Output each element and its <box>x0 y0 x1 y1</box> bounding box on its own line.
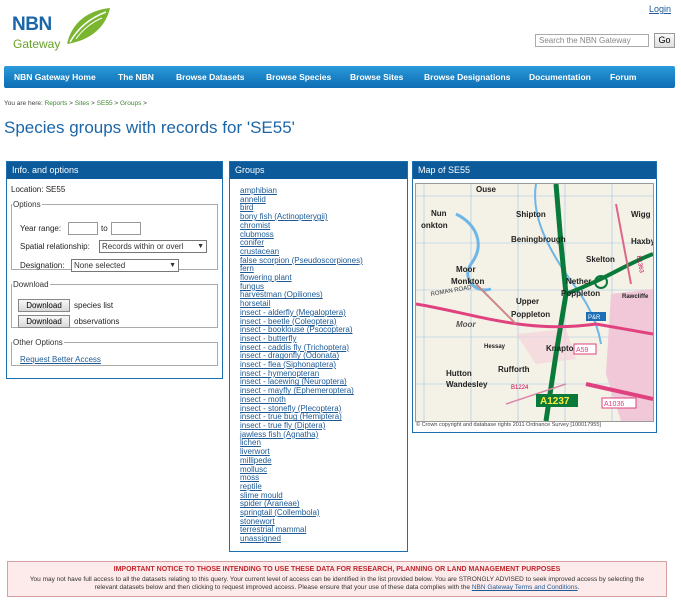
map-panel-heading: Map of SE55 <box>413 162 656 179</box>
logo-text-nbn: NBN <box>12 14 52 35</box>
svg-text:onkton: onkton <box>421 221 448 230</box>
group-link[interactable]: false scorpion (Pseudoscorpiones) <box>240 256 363 266</box>
breadcrumb-reports[interactable]: Reports <box>45 100 68 107</box>
nav-item-browse-datasets[interactable]: Browse Datasets <box>176 66 245 88</box>
svg-text:Haxby: Haxby <box>631 237 653 246</box>
svg-text:A59: A59 <box>576 347 589 354</box>
notice-heading: IMPORTANT NOTICE TO THOSE INTENDING TO U… <box>113 566 561 573</box>
year-to-label: to <box>101 224 108 233</box>
page-title: Species groups with records for 'SE55' <box>4 118 295 137</box>
spatial-relationship-label: Spatial relationship: <box>20 242 90 251</box>
info-panel-heading: Info. and options <box>7 162 222 179</box>
year-from-input[interactable] <box>68 222 98 235</box>
nav-item-forum[interactable]: Forum <box>610 66 636 88</box>
svg-text:Poppleton: Poppleton <box>511 310 550 319</box>
download-species-list-button[interactable]: Download <box>18 299 70 312</box>
svg-text:Skelton: Skelton <box>586 255 615 264</box>
svg-text:Upper: Upper <box>516 297 539 306</box>
year-range-label: Year range: <box>20 224 62 233</box>
notice-body: You may not have full access to all the … <box>29 576 645 591</box>
other-options-legend: Other Options <box>13 338 63 347</box>
breadcrumb-sites[interactable]: Sites <box>75 100 89 107</box>
nav-item-browse-sites[interactable]: Browse Sites <box>350 66 403 88</box>
nav-item-home[interactable]: NBN Gateway Home <box>14 66 96 88</box>
go-button[interactable]: Go <box>654 33 675 48</box>
nav-item-browse-species[interactable]: Browse Species <box>266 66 331 88</box>
nav-item-browse-designations[interactable]: Browse Designations <box>424 66 510 88</box>
logo-text-gateway: Gateway <box>13 37 61 51</box>
svg-text:A1237: A1237 <box>540 396 570 407</box>
chevron-down-icon: ▼ <box>197 243 204 250</box>
designation-select[interactable]: None selected ▼ <box>71 259 179 272</box>
breadcrumb-se55[interactable]: SE55 <box>97 100 113 107</box>
main-nav: NBN Gateway Home The NBN Browse Datasets… <box>4 66 675 88</box>
svg-text:Beningbrough: Beningbrough <box>511 235 566 244</box>
map-copyright: © Crown copyright and database rights 20… <box>416 422 601 428</box>
year-to-input[interactable] <box>111 222 141 235</box>
svg-text:Hutton: Hutton <box>446 369 472 378</box>
svg-text:Rufforth: Rufforth <box>498 365 530 374</box>
info-options-panel: Info. and options Location: SE55 Options… <box>6 161 223 379</box>
map-graphic: Ouse Nun Shipton Wigg onkton Beningbroug… <box>416 184 653 421</box>
svg-text:Poppleton: Poppleton <box>561 289 600 298</box>
location-label: Location: SE55 <box>11 185 66 194</box>
svg-text:Nether: Nether <box>566 277 591 286</box>
spatial-relationship-select[interactable]: Records within or overl ▼ <box>99 240 207 253</box>
login-link[interactable]: Login <box>649 4 671 14</box>
svg-text:Moor: Moor <box>456 320 476 329</box>
request-better-access-link[interactable]: Request Better Access <box>20 355 101 364</box>
svg-text:ROMAN ROAD: ROMAN ROAD <box>430 285 472 298</box>
group-link[interactable]: annelid <box>240 195 363 205</box>
download-fieldset: Download Download species list Download … <box>11 280 218 328</box>
options-legend: Options <box>13 200 41 209</box>
download-observations-button[interactable]: Download <box>18 315 70 328</box>
groups-panel: Groups amphibian annelid bird bony fish (Ac… <box>229 161 408 552</box>
map-panel: Map of SE55 Ouse Nun Shipton Wigg onkton… <box>412 161 657 433</box>
groups-panel-heading: Groups <box>230 162 407 179</box>
options-fieldset: Options Year range: to Spatial relations… <box>11 200 218 272</box>
svg-text:Wandesley: Wandesley <box>446 380 488 389</box>
download-legend: Download <box>13 280 49 289</box>
search-input[interactable]: Search the NBN Gateway <box>535 34 649 47</box>
important-notice: IMPORTANT NOTICE TO THOSE INTENDING TO U… <box>7 561 667 597</box>
breadcrumb: You are here: Reports > Sites > SE55 > G… <box>4 100 147 107</box>
svg-text:A1036: A1036 <box>604 401 624 408</box>
logo-leaf-icon <box>67 8 110 44</box>
other-options-fieldset: Other Options Request Better Access <box>11 338 218 366</box>
svg-text:Rawcliffe: Rawcliffe <box>622 294 649 300</box>
terms-link[interactable]: NBN Gateway Terms and Conditions <box>472 584 578 591</box>
os-map[interactable]: Ouse Nun Shipton Wigg onkton Beningbroug… <box>415 183 654 422</box>
observations-label: observations <box>74 317 120 326</box>
svg-text:Shipton: Shipton <box>516 210 546 219</box>
nav-item-documentation[interactable]: Documentation <box>529 66 591 88</box>
svg-text:Hessay: Hessay <box>484 344 506 350</box>
svg-text:P&R: P&R <box>588 315 601 321</box>
svg-text:Moor: Moor <box>456 265 476 274</box>
svg-text:B1224: B1224 <box>511 385 529 391</box>
nbn-logo[interactable]: NBN Gateway <box>12 6 110 54</box>
designation-label: Designation: <box>20 261 65 270</box>
groups-list: amphibian annelid bird bony fish (Actinopte… <box>240 186 363 544</box>
svg-text:Wigg: Wigg <box>631 210 651 219</box>
species-list-label: species list <box>74 301 114 310</box>
group-link[interactable]: unassigned <box>240 534 363 544</box>
chevron-down-icon: ▼ <box>169 262 176 269</box>
svg-text:Nun: Nun <box>431 209 447 218</box>
nav-item-the-nbn[interactable]: The NBN <box>118 66 154 88</box>
breadcrumb-groups[interactable]: Groups <box>120 100 141 107</box>
svg-text:Ouse: Ouse <box>476 185 497 194</box>
